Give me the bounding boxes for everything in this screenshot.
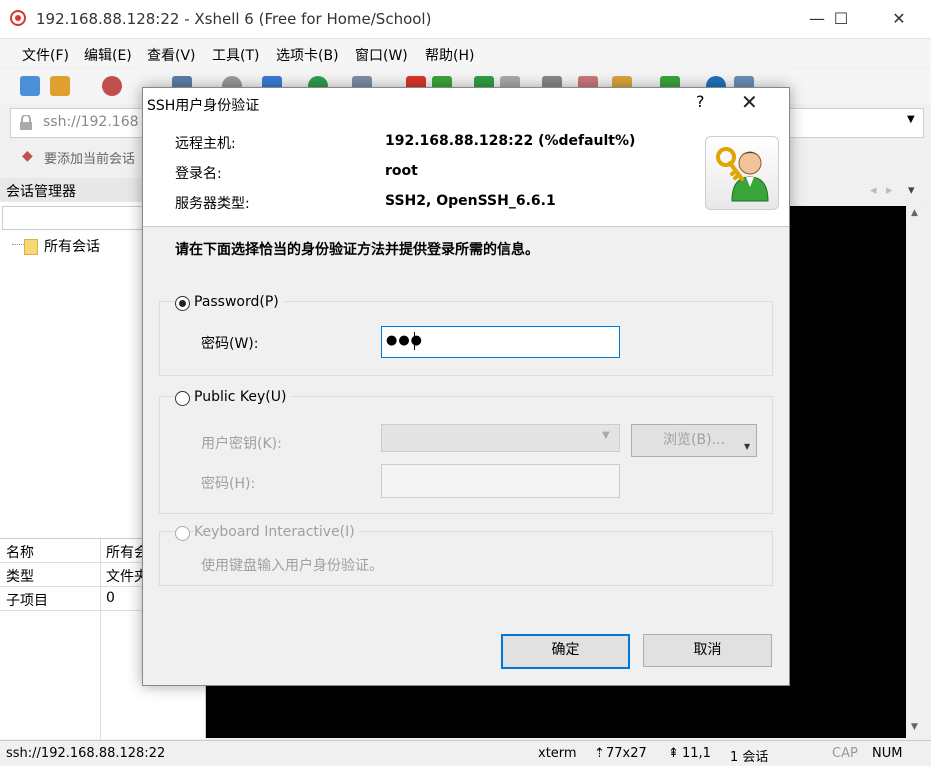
chevron-left-icon[interactable]: ◂ <box>870 183 877 198</box>
scroll-down-icon[interactable]: ▼ <box>911 722 918 732</box>
property-key: 子项目 <box>6 593 48 609</box>
cursor-icon: ⇞ <box>668 746 679 761</box>
address-text: ssh://192.168 <box>43 114 139 130</box>
remote-host-label: 远程主机: <box>175 136 236 152</box>
menu-edit[interactable]: 编辑(E) <box>84 45 132 65</box>
ok-button-label: 确定 <box>551 642 580 658</box>
menu-tabs[interactable]: 选项卡(B) <box>276 45 339 65</box>
dialog-close-button[interactable]: ✕ <box>741 90 758 114</box>
lock-icon <box>20 115 32 130</box>
property-value: 0 <box>106 590 115 606</box>
browse-button-label: 浏览(B)... <box>663 432 725 448</box>
title-bar: 192.168.88.128:22 - Xshell 6 (Free for H… <box>0 0 931 39</box>
close-button[interactable]: ✕ <box>876 0 922 38</box>
dropdown-arrow-icon: ▼ <box>744 442 751 451</box>
status-sessions: 1 会话 <box>730 750 769 765</box>
password-radio[interactable] <box>175 296 190 311</box>
public-key-radio[interactable] <box>175 391 190 406</box>
disconnect-icon[interactable] <box>102 76 122 96</box>
property-key: 名称 <box>6 545 34 561</box>
remote-host-value: 192.168.88.128:22 (%default%) <box>385 133 636 149</box>
status-bar: ssh://192.168.88.128:22 xterm ⇡ 77x27 ⇞ … <box>0 740 931 766</box>
status-num: NUM <box>872 746 903 761</box>
user-key-label: 用户密钥(K): <box>201 436 282 452</box>
chevron-down-icon: ▼ <box>602 430 610 441</box>
scroll-up-icon[interactable]: ▲ <box>911 208 918 218</box>
maximize-button[interactable]: ☐ <box>818 0 864 38</box>
menu-file[interactable]: 文件(F) <box>22 45 69 65</box>
text-cursor <box>414 332 415 350</box>
ok-button[interactable]: 确定 <box>501 634 630 669</box>
server-type-label: 服务器类型: <box>175 196 250 212</box>
status-cursor: 11,1 <box>682 746 711 761</box>
session-manager-title: 会话管理器 <box>6 184 76 200</box>
menu-help[interactable]: 帮助(H) <box>425 45 474 65</box>
dialog-title: SSH用户身份验证 <box>147 98 260 114</box>
property-key: 类型 <box>6 569 34 585</box>
xshell-logo-icon <box>10 10 26 26</box>
password-value: ●●● <box>386 333 424 348</box>
keyboard-interactive-option-label[interactable]: Keyboard Interactive(I) <box>194 524 359 540</box>
dialog-title-bar: SSH用户身份验证 ? ✕ <box>143 88 789 118</box>
password-label: 密码(W): <box>201 336 259 352</box>
vertical-scrollbar[interactable]: ▲ ▼ <box>907 206 925 738</box>
browse-button[interactable]: 浏览(B)... ▼ <box>631 424 757 457</box>
favorites-hint: 要添加当前会话 <box>44 152 136 167</box>
tab-menu-icon[interactable]: ▾ <box>908 183 915 198</box>
tree-item-label: 所有会话 <box>44 239 100 255</box>
chevron-right-icon[interactable]: ▸ <box>886 183 893 198</box>
passphrase-label: 密码(H): <box>201 476 256 492</box>
keyboard-interactive-description: 使用键盘输入用户身份验证。 <box>201 558 383 574</box>
menu-tools[interactable]: 工具(T) <box>212 45 259 65</box>
status-size: 77x27 <box>606 746 647 761</box>
window-title: 192.168.88.128:22 - Xshell 6 (Free for H… <box>36 10 432 28</box>
instruction-text: 请在下面选择恰当的身份验证方法并提供登录所需的信息。 <box>175 242 539 258</box>
menu-view[interactable]: 查看(V) <box>147 45 196 65</box>
session-search-input[interactable] <box>2 206 144 230</box>
open-folder-icon[interactable] <box>50 76 70 96</box>
status-address: ssh://192.168.88.128:22 <box>6 746 166 761</box>
ssh-auth-dialog: SSH用户身份验证 ? ✕ 远程主机: 192.168.88.128:22 (%… <box>142 87 790 686</box>
chevron-down-icon[interactable]: ▼ <box>907 114 915 125</box>
help-button[interactable]: ? <box>696 92 705 111</box>
new-session-icon[interactable] <box>20 76 40 96</box>
password-option-label[interactable]: Password(P) <box>194 294 283 310</box>
public-key-option-label[interactable]: Public Key(U) <box>194 389 291 405</box>
cancel-button-label: 取消 <box>693 642 722 658</box>
password-field[interactable]: ●●● <box>381 326 620 358</box>
folder-icon <box>24 239 38 255</box>
resize-icon: ⇡ <box>594 746 605 761</box>
status-cap: CAP <box>832 746 858 761</box>
user-key-icon <box>705 136 779 210</box>
login-label: 登录名: <box>175 166 222 182</box>
user-key-select[interactable]: ▼ <box>381 424 620 452</box>
login-value: root <box>385 163 418 179</box>
menu-bar: 文件(F) 编辑(E) 查看(V) 工具(T) 选项卡(B) 窗口(W) 帮助(… <box>0 39 931 67</box>
tree-item-all-sessions[interactable]: 所有会话 <box>10 236 100 256</box>
connection-info: 远程主机: 192.168.88.128:22 (%default%) 登录名:… <box>143 118 789 227</box>
status-term: xterm <box>538 746 577 761</box>
keyboard-interactive-radio[interactable] <box>175 526 190 541</box>
bookmark-icon: ◆ <box>22 148 33 164</box>
passphrase-field[interactable] <box>381 464 620 498</box>
menu-window[interactable]: 窗口(W) <box>355 45 408 65</box>
cancel-button[interactable]: 取消 <box>643 634 772 667</box>
server-type-value: SSH2, OpenSSH_6.6.1 <box>385 193 556 209</box>
